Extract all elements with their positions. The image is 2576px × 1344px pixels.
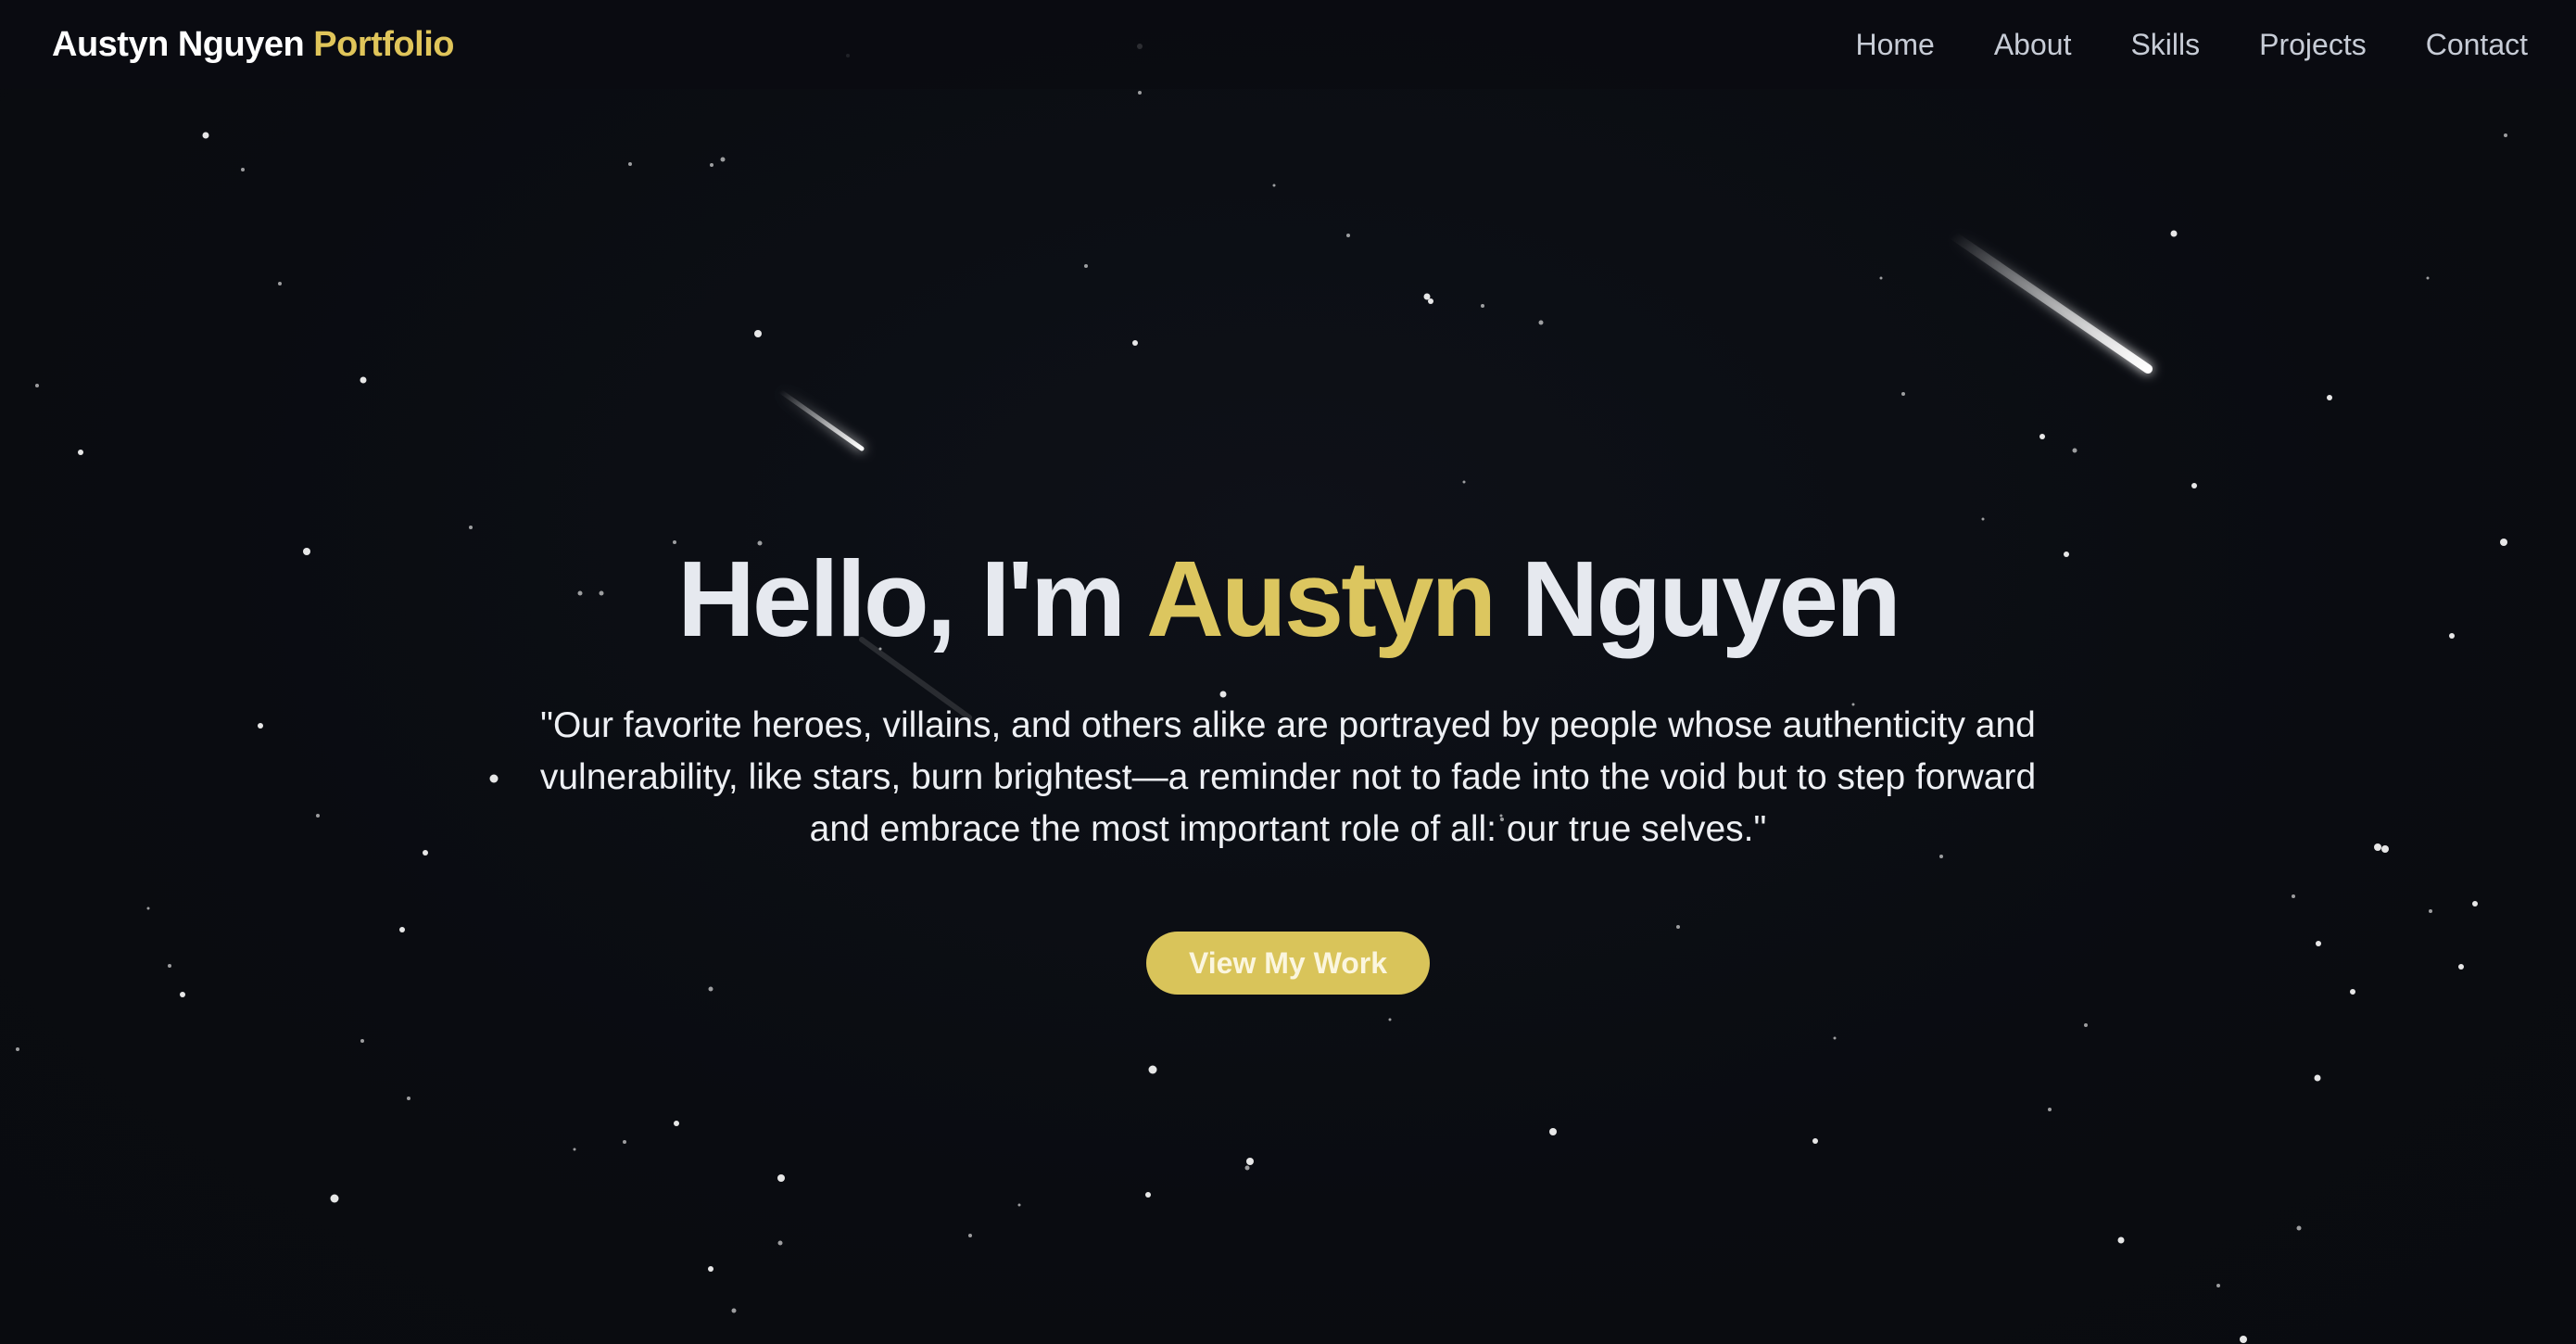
star	[731, 1308, 737, 1313]
shooting-star	[1949, 231, 2153, 374]
brand-logo[interactable]: Austyn Nguyen Portfolio	[52, 25, 454, 65]
star	[628, 162, 632, 166]
star	[202, 132, 209, 139]
star	[2170, 230, 2178, 237]
star	[1879, 276, 1883, 280]
shooting-star	[777, 388, 865, 451]
star	[1244, 1165, 1250, 1171]
star	[1481, 304, 1484, 308]
nav-links: Home About Skills Projects Contact	[1855, 28, 2528, 62]
star	[623, 1140, 626, 1144]
star	[2426, 276, 2430, 280]
hero-first-name: Austyn	[1146, 539, 1496, 659]
star	[360, 1039, 364, 1043]
portfolio-page: Austyn Nguyen Portfolio Home About Skill…	[0, 0, 2576, 1344]
star	[777, 1240, 783, 1246]
star	[469, 526, 473, 529]
brand-name: Austyn Nguyen	[52, 24, 305, 64]
star	[754, 330, 762, 337]
star	[78, 450, 83, 455]
star	[1084, 264, 1088, 268]
star	[2039, 434, 2045, 439]
star	[573, 1147, 576, 1151]
star	[1833, 1036, 1837, 1040]
star	[2240, 1336, 2247, 1343]
star	[1388, 1018, 1392, 1021]
star	[407, 1097, 410, 1100]
star	[2216, 1284, 2220, 1287]
star	[777, 1174, 785, 1182]
star	[1346, 234, 1350, 237]
star	[968, 1234, 972, 1237]
star	[2504, 133, 2507, 137]
star	[2314, 1074, 2321, 1082]
nav-link-home[interactable]: Home	[1855, 28, 1934, 62]
nav-link-contact[interactable]: Contact	[2426, 28, 2528, 62]
star	[1428, 298, 1433, 304]
nav-link-about[interactable]: About	[1994, 28, 2072, 62]
star	[1148, 1065, 1157, 1074]
star	[330, 1194, 339, 1203]
star	[2327, 395, 2332, 400]
star	[1901, 392, 1905, 396]
top-navbar: Austyn Nguyen Portfolio Home About Skill…	[0, 0, 2576, 89]
star	[1145, 1192, 1151, 1198]
star	[2117, 1236, 2125, 1244]
star	[1272, 184, 1276, 187]
nav-link-skills[interactable]: Skills	[2130, 28, 2200, 62]
star	[1462, 480, 1466, 484]
star	[710, 163, 713, 167]
star	[1812, 1138, 1818, 1144]
star	[2048, 1108, 2052, 1111]
star	[1423, 293, 1431, 300]
star	[1981, 517, 1985, 521]
view-my-work-button[interactable]: View My Work	[1146, 932, 1430, 995]
star	[360, 376, 367, 384]
star	[1246, 1158, 1254, 1165]
star	[35, 384, 39, 387]
star	[1132, 340, 1138, 346]
star	[1538, 320, 1544, 325]
hero-title: Hello, I'm Austyn Nguyen	[0, 538, 2576, 661]
hero-greeting: Hello, I'm	[677, 539, 1126, 659]
star	[2072, 448, 2077, 453]
star	[278, 282, 282, 285]
hero-quote: "Our favorite heroes, villains, and othe…	[539, 705, 2037, 850]
hero-section: Hello, I'm Austyn Nguyen "Our favorite h…	[0, 538, 2576, 995]
brand-accent: Portfolio	[313, 24, 454, 64]
star	[1017, 1203, 1021, 1207]
star	[674, 1121, 679, 1126]
star	[2296, 1225, 2302, 1231]
star	[241, 168, 245, 171]
star	[16, 1047, 19, 1051]
star	[2084, 1023, 2088, 1027]
star	[1138, 91, 1142, 95]
star	[708, 1266, 713, 1272]
star	[2191, 483, 2197, 488]
star	[1549, 1128, 1557, 1135]
hero-last-name: Nguyen	[1521, 539, 1900, 659]
star	[720, 157, 726, 162]
nav-link-projects[interactable]: Projects	[2259, 28, 2367, 62]
